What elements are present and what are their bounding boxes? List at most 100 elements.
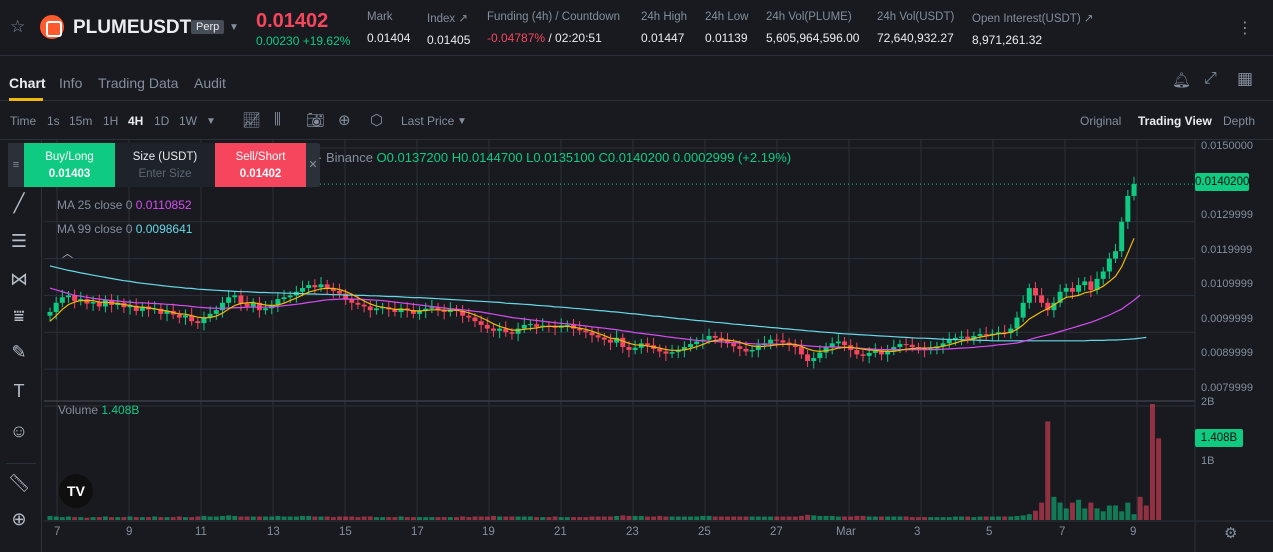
tab-chart[interactable]: Chart: [9, 75, 46, 91]
candle: [90, 302, 96, 304]
expand-icon[interactable]: ⤢: [1204, 70, 1217, 88]
candle: [564, 324, 570, 326]
candle: [361, 304, 367, 307]
volume-bar: [527, 516, 533, 520]
volume-bar: [318, 516, 324, 520]
candle: [534, 324, 540, 327]
layout-grid-icon[interactable]: ▦: [1237, 69, 1253, 89]
candle: [669, 352, 675, 354]
stat-open-interest[interactable]: Open Interest(USDT) ↗ 8,971,261.32: [972, 11, 1093, 47]
candle: [1100, 271, 1106, 279]
volume-bar: [946, 517, 952, 520]
sell-short-button[interactable]: Sell/Short 0.01402: [215, 143, 306, 187]
text-tool-icon[interactable]: T: [6, 378, 32, 404]
volume-bar: [336, 516, 342, 520]
interval-1s[interactable]: 1s: [47, 114, 60, 128]
settings-hex-icon[interactable]: ⬡: [370, 111, 383, 129]
volume-bar: [934, 517, 940, 520]
candle: [281, 297, 287, 300]
interval-15m[interactable]: 15m: [69, 114, 92, 128]
more-options-icon[interactable]: ⋮: [1237, 18, 1253, 38]
tab-audit[interactable]: Audit: [194, 75, 226, 91]
stat-label: Mark: [367, 11, 393, 23]
candle: [176, 314, 182, 318]
view-trading-view[interactable]: Trading View: [1138, 114, 1212, 128]
candle: [768, 339, 774, 344]
volume-bar: [300, 515, 306, 520]
order-panel-drag-handle-icon[interactable]: ≡: [8, 143, 24, 187]
volume-bar: [1082, 508, 1088, 520]
candle-type-icon[interactable]: ⫼: [274, 111, 281, 128]
volume-bar: [484, 516, 490, 520]
camera-icon[interactable]: 📷︎: [306, 111, 325, 129]
symbol-dropdown-chevron-icon[interactable]: ▼: [229, 22, 239, 33]
interval-1w[interactable]: 1W: [179, 114, 197, 128]
volume-bar: [829, 515, 835, 520]
volume-bar: [694, 516, 700, 520]
buy-long-button[interactable]: Buy/Long 0.01403: [24, 143, 115, 187]
x-tick: 11: [195, 526, 207, 538]
volume-bar: [201, 515, 207, 520]
tab-info[interactable]: Info: [59, 75, 82, 91]
candle: [909, 344, 915, 348]
volume-bar: [552, 516, 558, 520]
candle: [183, 315, 188, 318]
fib-retracement-icon[interactable]: ⩸: [6, 303, 32, 329]
ruler-icon[interactable]: 📏︎: [6, 470, 32, 496]
volume-bar: [139, 517, 145, 520]
chart-settings-gear-icon[interactable]: ⚙: [1224, 524, 1237, 542]
volume-bar: [761, 516, 767, 520]
volume-bar: [1002, 516, 1008, 520]
last-price: 0.01402: [256, 10, 329, 32]
volume-bar: [823, 515, 829, 520]
tab-trading-data[interactable]: Trading Data: [98, 75, 178, 91]
stat-24h-low: 24h Low 0.01139: [705, 11, 748, 45]
collapse-legend-chevron-icon[interactable]: ︿: [62, 245, 73, 261]
horizontal-lines-icon[interactable]: ☰: [6, 228, 32, 254]
volume-bar: [749, 516, 755, 520]
interval-dropdown-chevron-icon[interactable]: ▼: [206, 116, 216, 127]
volume-bar: [700, 515, 706, 520]
ma99-legend[interactable]: MA 99 close 0 0.0098641: [57, 222, 192, 236]
favorite-star-icon[interactable]: ☆: [10, 18, 28, 36]
brush-icon[interactable]: ✎: [6, 339, 32, 365]
volume-bar: [490, 515, 496, 520]
add-indicator-icon[interactable]: ⊕: [338, 111, 351, 129]
volume-bar: [977, 516, 983, 520]
interval-1d[interactable]: 1D: [154, 114, 169, 128]
ma25-legend[interactable]: MA 25 close 0 0.0110852: [57, 198, 192, 212]
interval-4h[interactable]: 4H: [128, 114, 143, 128]
volume-bar: [1032, 510, 1038, 520]
candle: [595, 335, 601, 338]
bell-icon[interactable]: 🔔︎: [1172, 71, 1191, 89]
indicator-chart-icon[interactable]: 📈︎: [242, 111, 261, 129]
volume-bar: [607, 516, 613, 520]
stat-index[interactable]: Index ↗ 0.01405: [427, 11, 470, 47]
view-depth[interactable]: Depth: [1223, 114, 1255, 128]
candle: [238, 295, 244, 304]
pattern-icon[interactable]: ⋈: [6, 266, 32, 292]
price-type-select[interactable]: Last Price: [401, 114, 454, 128]
y-tick: 0.0150000: [1201, 140, 1253, 152]
interval-1h[interactable]: 1H: [103, 114, 118, 128]
trend-line-icon[interactable]: ╱: [6, 190, 32, 216]
last-price-tag: 0.0140200: [1195, 173, 1249, 191]
time-label[interactable]: Time: [10, 114, 36, 128]
candle: [601, 337, 607, 340]
zoom-in-icon[interactable]: ⊕: [6, 506, 32, 532]
volume-axis-tick: 2B: [1201, 396, 1215, 408]
volume-bar: [324, 516, 330, 520]
volume-bar: [47, 515, 53, 520]
volume-bar: [435, 517, 441, 520]
price-type-chevron-icon[interactable]: ▼: [457, 116, 467, 127]
volume-bar: [109, 517, 115, 520]
volume-bar: [447, 517, 453, 520]
symbol-title[interactable]: PLUMEUSDT: [73, 17, 191, 39]
volume-bar: [626, 515, 632, 520]
tradingview-logo[interactable]: TV: [59, 474, 93, 508]
size-input[interactable]: Size (USDT) Enter Size: [115, 143, 215, 187]
volume-bar: [1137, 496, 1143, 520]
volume-legend[interactable]: Volume 1.408B: [58, 403, 139, 417]
view-original[interactable]: Original: [1080, 114, 1121, 128]
emoji-icon[interactable]: ☺: [6, 418, 32, 444]
